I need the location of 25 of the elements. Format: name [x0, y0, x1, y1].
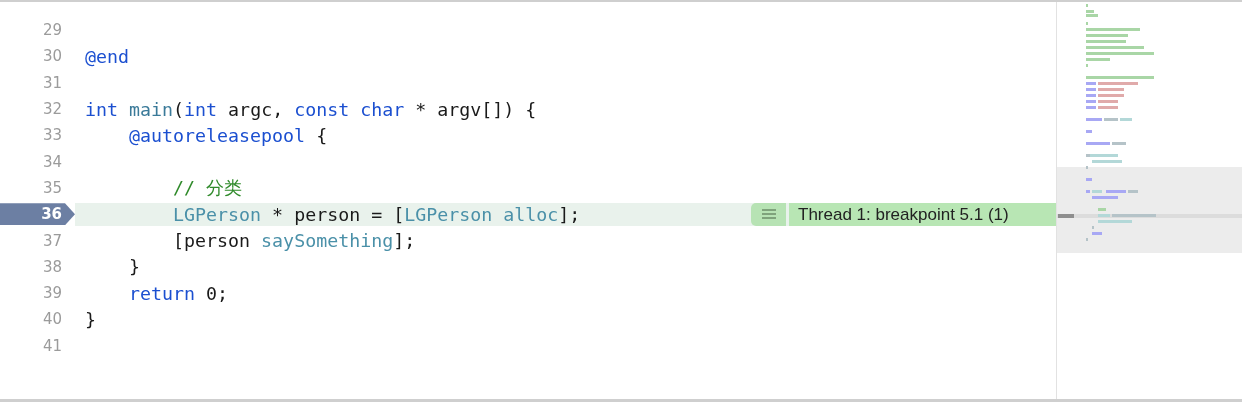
code-line: [person saySomething]; — [172, 230, 416, 251]
code-line: LGPerson * person = [LGPerson alloc]; — [172, 203, 581, 225]
code-line: } — [85, 308, 96, 330]
line-number: 38 — [41, 257, 62, 276]
line-number: 37 — [41, 231, 62, 250]
line-number: 35 — [41, 178, 62, 197]
line-number: 31 — [41, 73, 62, 92]
debug-annotation: Thread 1: breakpoint 5.1 (1) — [789, 202, 1056, 226]
line-number: 41 — [41, 336, 62, 355]
line-number: 39 — [41, 284, 62, 303]
code-line: @autoreleasepool { — [128, 124, 328, 146]
line-number: 29 — [41, 21, 62, 40]
minimap-drawing[interactable] — [1057, 4, 1242, 253]
code-line: return 0; — [128, 282, 229, 304]
line-number: 33 — [41, 126, 62, 145]
code-line: // 分类 — [172, 176, 243, 201]
breakpoint-marker[interactable]: 36 — [0, 203, 75, 226]
line-number: 32 — [41, 100, 62, 119]
line-number: 30 — [41, 47, 62, 66]
code-line: @end — [85, 45, 130, 67]
menu-icon[interactable] — [751, 202, 786, 226]
line-number: 40 — [41, 310, 62, 329]
code-line: int main(int argc, const char * argv[]) { — [85, 98, 537, 120]
code-line: } — [128, 256, 141, 278]
line-number: 34 — [41, 152, 62, 171]
